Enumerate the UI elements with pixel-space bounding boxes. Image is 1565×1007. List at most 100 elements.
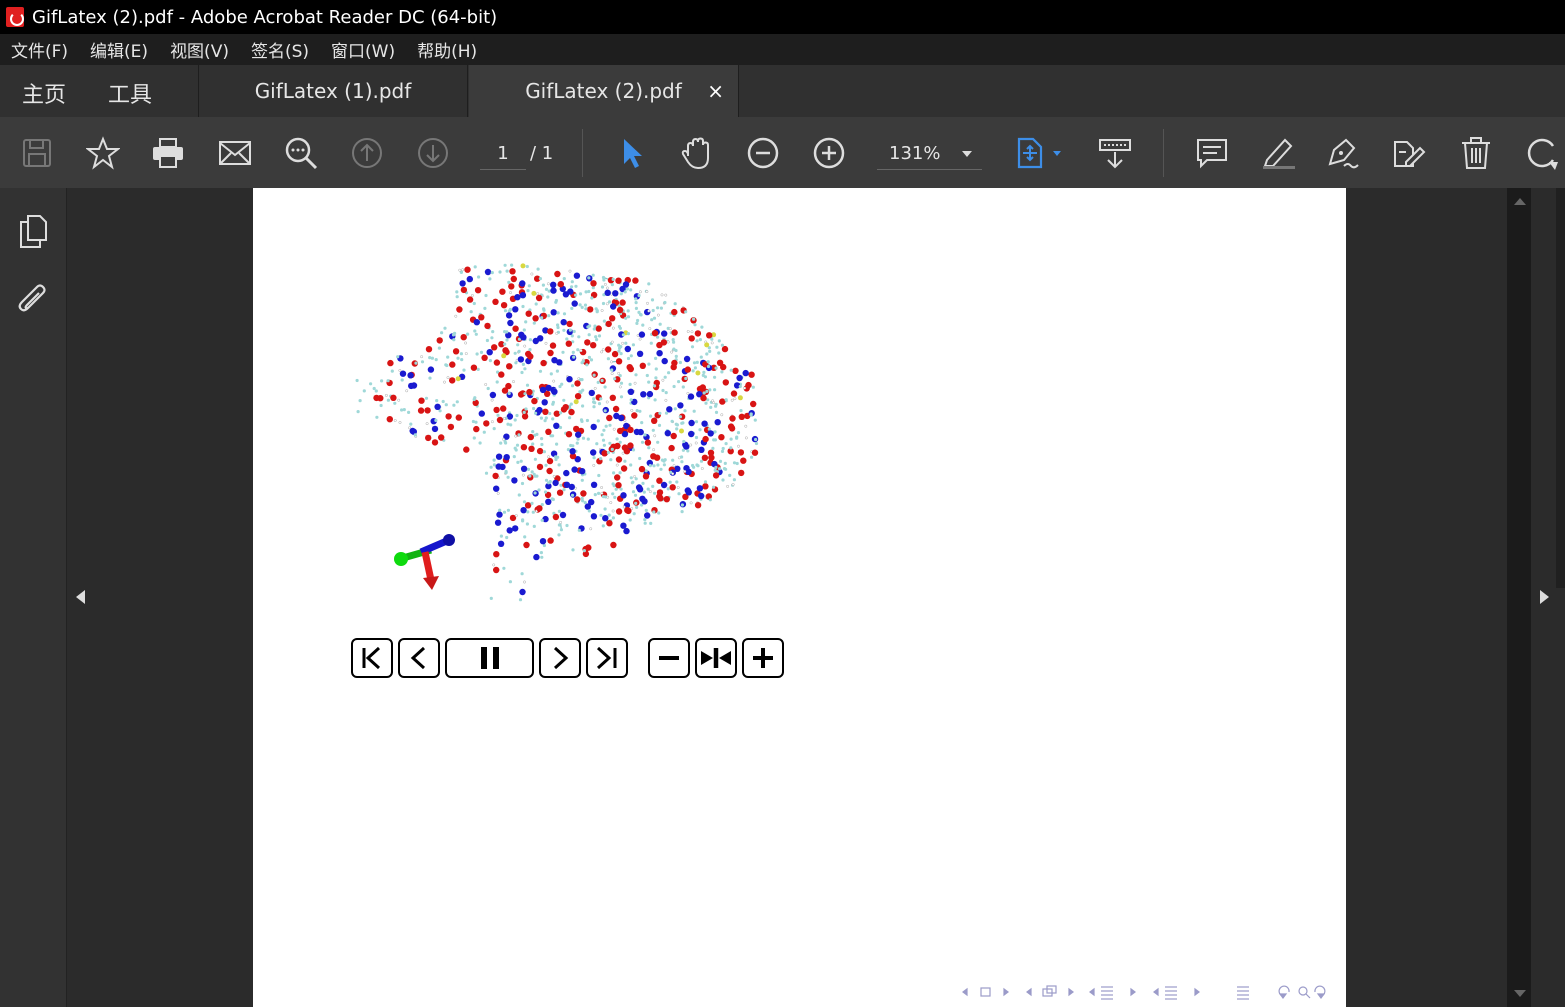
mail-icon[interactable]	[217, 135, 253, 171]
zoom-in-icon[interactable]	[811, 135, 847, 171]
last-frame-button[interactable]	[586, 638, 628, 678]
atom	[499, 534, 503, 538]
tab-document-1[interactable]: GifLatex (1).pdf	[198, 65, 468, 117]
menu-sign[interactable]: 签名(S)	[251, 37, 309, 62]
atom	[635, 321, 639, 325]
acrobat-logo-icon	[6, 7, 24, 27]
previous-frame-button[interactable]	[398, 638, 440, 678]
menu-view[interactable]: 视图(V)	[170, 37, 229, 62]
atom	[557, 533, 561, 537]
save-icon[interactable]	[19, 135, 55, 171]
hand-icon[interactable]	[679, 135, 715, 171]
atom	[495, 463, 502, 470]
atom	[738, 469, 745, 477]
atom	[425, 346, 433, 353]
atom	[493, 485, 500, 492]
scroll-down-icon[interactable]	[1514, 990, 1526, 997]
print-icon[interactable]	[150, 135, 186, 171]
atom	[537, 488, 541, 492]
tab-document-2[interactable]: GifLatex (2).pdf ×	[469, 65, 739, 117]
beamer-navigation-symbols[interactable]	[959, 982, 1329, 1002]
highlight-icon[interactable]	[1260, 135, 1296, 171]
atom	[733, 397, 737, 401]
atom	[472, 436, 476, 440]
star-icon[interactable]	[85, 135, 121, 171]
atom	[629, 354, 633, 358]
atom	[652, 448, 656, 452]
delete-icon[interactable]	[1458, 135, 1494, 171]
expand-right-panel-icon[interactable]	[1540, 590, 1549, 604]
select-arrow-icon[interactable]	[614, 135, 650, 171]
fit-page-icon[interactable]	[1014, 135, 1064, 171]
search-icon[interactable]	[283, 135, 319, 171]
atom	[581, 436, 586, 440]
atom	[603, 409, 607, 413]
atom	[577, 335, 581, 339]
zoom-out-icon[interactable]	[745, 135, 781, 171]
close-tab-icon[interactable]: ×	[707, 79, 724, 103]
atom	[737, 449, 745, 456]
menu-window[interactable]: 窗口(W)	[331, 37, 395, 62]
faster-button[interactable]	[742, 638, 784, 678]
edit-icon[interactable]	[1391, 135, 1427, 171]
atom	[706, 364, 711, 369]
page-thumbnails-icon[interactable]	[18, 214, 50, 250]
atom	[668, 327, 672, 331]
atom	[688, 419, 695, 427]
atom	[493, 551, 500, 558]
first-frame-button[interactable]	[351, 638, 393, 678]
attachment-icon[interactable]	[16, 282, 50, 318]
next-frame-button[interactable]	[539, 638, 581, 678]
menu-help[interactable]: 帮助(H)	[417, 37, 477, 62]
pause-button[interactable]	[445, 638, 534, 678]
menu-file[interactable]: 文件(F)	[11, 37, 68, 62]
atom	[470, 364, 478, 371]
comment-icon[interactable]	[1194, 135, 1230, 171]
sign-icon[interactable]	[1325, 135, 1361, 171]
atom	[626, 309, 630, 313]
atom	[621, 341, 625, 345]
atom	[675, 480, 679, 484]
atom	[623, 527, 630, 535]
atom	[633, 381, 637, 385]
atom	[484, 268, 492, 276]
pdf-page[interactable]	[253, 188, 1346, 1007]
atom	[654, 367, 658, 371]
tab-tools[interactable]: 工具	[108, 77, 152, 109]
atom	[474, 420, 478, 424]
atom	[556, 311, 560, 315]
atom	[445, 413, 452, 420]
atom	[716, 359, 724, 366]
atom	[434, 358, 438, 362]
atom	[595, 442, 599, 446]
axis-indicator	[394, 534, 455, 590]
page-down-icon[interactable]	[415, 135, 451, 171]
atom	[490, 420, 494, 424]
rotate-icon[interactable]	[1524, 135, 1560, 171]
atom	[583, 303, 588, 307]
page-up-icon[interactable]	[349, 135, 385, 171]
default-speed-button[interactable]	[695, 638, 737, 678]
vertical-scrollbar[interactable]	[1507, 188, 1531, 1007]
atom	[578, 390, 582, 394]
atom	[595, 309, 599, 313]
scroll-up-icon[interactable]	[1514, 198, 1526, 205]
atom	[568, 408, 575, 416]
scroll-mode-icon[interactable]	[1097, 135, 1133, 171]
atom	[555, 442, 559, 446]
menu-edit[interactable]: 编辑(E)	[90, 37, 148, 62]
atom	[593, 324, 597, 328]
tab-home[interactable]: 主页	[22, 77, 66, 109]
atom	[739, 409, 743, 413]
page-number-input[interactable]: 1	[480, 139, 526, 170]
collapse-left-panel-icon[interactable]	[76, 590, 85, 604]
atom	[680, 460, 684, 464]
slower-button[interactable]	[648, 638, 690, 678]
atom	[424, 407, 431, 414]
atom	[656, 489, 664, 496]
atom	[667, 371, 671, 375]
atom	[484, 383, 488, 386]
atom	[494, 519, 502, 526]
atom	[444, 403, 448, 407]
zoom-level-select[interactable]: 131%	[877, 139, 982, 170]
